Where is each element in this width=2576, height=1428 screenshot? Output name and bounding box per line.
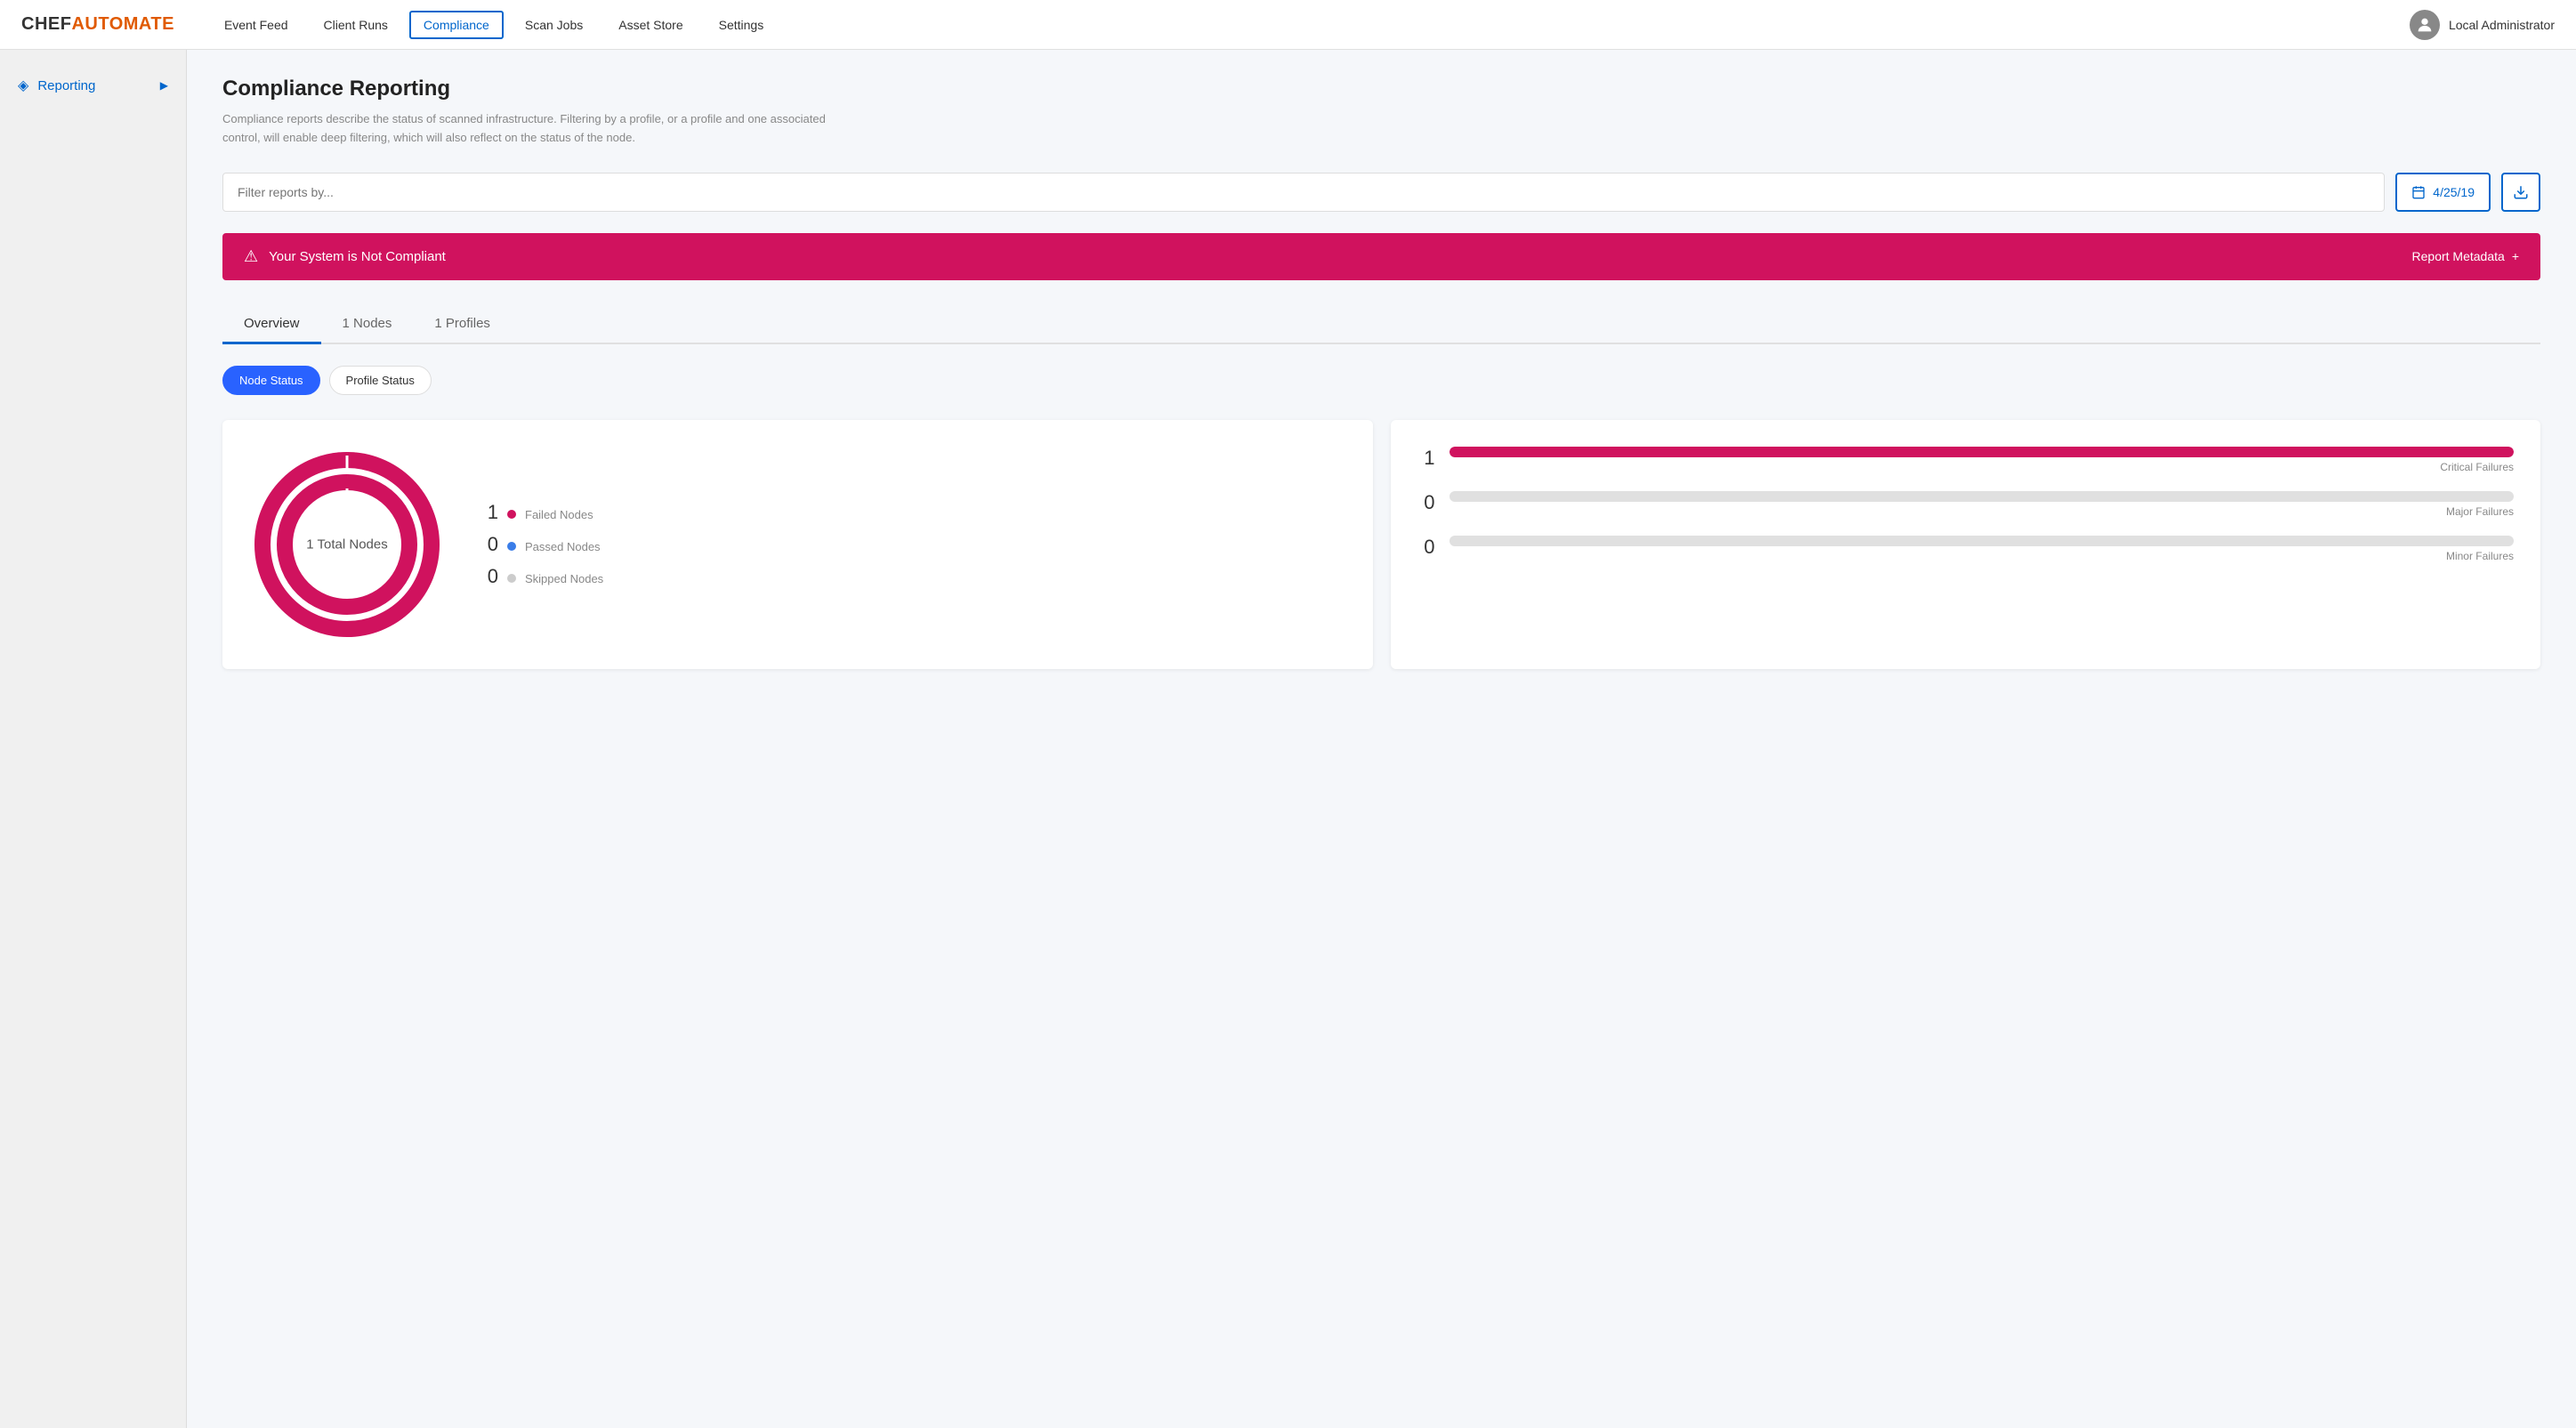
- bar-item-critical: 1 Critical Failures: [1417, 447, 2515, 473]
- tab-overview[interactable]: Overview: [222, 305, 321, 344]
- nav-settings[interactable]: Settings: [705, 11, 779, 39]
- minor-bar-right: Minor Failures: [1450, 536, 2515, 562]
- failed-label: Failed Nodes: [525, 508, 594, 521]
- donut-chart-card: 1 Total Nodes 1 Failed Nodes 0: [222, 420, 1373, 669]
- layout: ◈ Reporting ▶ Compliance Reporting Compl…: [0, 50, 2576, 1428]
- minor-count: 0: [1417, 537, 1435, 557]
- critical-count: 1: [1417, 448, 1435, 468]
- failed-dot: [507, 510, 516, 519]
- bar-chart-area: 1 Critical Failures 0: [1417, 447, 2515, 562]
- critical-bar-fill: [1450, 447, 2515, 457]
- sidebar-item-label: Reporting: [37, 78, 95, 93]
- failed-count: 1: [480, 503, 498, 522]
- nav-compliance[interactable]: Compliance: [409, 11, 504, 39]
- warning-icon: ⚠: [244, 247, 258, 266]
- banner-left: ⚠ Your System is Not Compliant: [244, 247, 446, 266]
- bar-chart-card: 1 Critical Failures 0: [1391, 420, 2541, 669]
- logo: CHEFAUTOMATE: [21, 14, 174, 35]
- chevron-right-icon: ▶: [160, 79, 168, 92]
- plus-icon: +: [2512, 249, 2519, 263]
- nav-links: Event Feed Client Runs Compliance Scan J…: [210, 11, 2410, 39]
- nav-client-runs[interactable]: Client Runs: [310, 11, 402, 39]
- sidebar: ◈ Reporting ▶: [0, 50, 187, 1428]
- nav-scan-jobs[interactable]: Scan Jobs: [511, 11, 597, 39]
- logo-chef: CHEF: [21, 14, 71, 35]
- reporting-icon: ◈: [18, 77, 28, 94]
- tabs: Overview 1 Nodes 1 Profiles: [222, 305, 2540, 344]
- nav-user: Local Administrator: [2410, 10, 2555, 40]
- date-label: 4/25/19: [2433, 185, 2475, 199]
- filter-bar: 4/25/19: [222, 173, 2540, 212]
- legend-item-failed: 1 Failed Nodes: [480, 503, 603, 522]
- skipped-label: Skipped Nodes: [525, 572, 603, 585]
- page-title: Compliance Reporting: [222, 77, 2540, 101]
- banner-text: Your System is Not Compliant: [269, 249, 446, 264]
- donut-center-label: 1 Total Nodes: [306, 537, 387, 552]
- avatar: [2410, 10, 2440, 40]
- sidebar-item-reporting[interactable]: ◈ Reporting ▶: [0, 64, 186, 107]
- report-metadata-button[interactable]: Report Metadata +: [2412, 249, 2519, 263]
- date-filter-button[interactable]: 4/25/19: [2395, 173, 2491, 212]
- donut-legend: 1 Failed Nodes 0 Passed Nodes: [480, 503, 603, 586]
- top-nav: CHEFAUTOMATE Event Feed Client Runs Comp…: [0, 0, 2576, 50]
- major-count: 0: [1417, 493, 1435, 512]
- compliance-banner: ⚠ Your System is Not Compliant Report Me…: [222, 233, 2540, 280]
- major-bar-right: Major Failures: [1450, 491, 2515, 518]
- nav-asset-store[interactable]: Asset Store: [604, 11, 697, 39]
- filter-input[interactable]: [222, 173, 2385, 212]
- minor-bar-track: [1450, 536, 2515, 546]
- skipped-count: 0: [480, 567, 498, 586]
- legend-item-skipped: 0 Skipped Nodes: [480, 567, 603, 586]
- passed-label: Passed Nodes: [525, 540, 601, 553]
- major-label: Major Failures: [2446, 505, 2514, 518]
- download-button[interactable]: [2501, 173, 2540, 212]
- passed-count: 0: [480, 535, 498, 554]
- bar-item-minor: 0 Minor Failures: [1417, 536, 2515, 562]
- node-status-button[interactable]: Node Status: [222, 366, 320, 395]
- tab-profiles[interactable]: 1 Profiles: [413, 305, 512, 344]
- critical-label: Critical Failures: [2440, 461, 2514, 473]
- user-name: Local Administrator: [2449, 18, 2555, 32]
- donut-container: 1 Total Nodes: [249, 447, 445, 642]
- bar-item-major: 0 Major Failures: [1417, 491, 2515, 518]
- status-toggle: Node Status Profile Status: [222, 366, 2540, 395]
- major-bar-track: [1450, 491, 2515, 502]
- charts-row: 1 Total Nodes 1 Failed Nodes 0: [222, 420, 2540, 669]
- passed-dot: [507, 542, 516, 551]
- report-metadata-label: Report Metadata: [2412, 249, 2505, 263]
- page-description: Compliance reports describe the status o…: [222, 110, 845, 148]
- logo-automate: AUTOMATE: [71, 14, 174, 35]
- donut-area: 1 Total Nodes 1 Failed Nodes 0: [249, 447, 1346, 642]
- main-content: Compliance Reporting Compliance reports …: [187, 50, 2576, 1428]
- legend-item-passed: 0 Passed Nodes: [480, 535, 603, 554]
- critical-bar-track: [1450, 447, 2515, 457]
- tab-nodes[interactable]: 1 Nodes: [321, 305, 414, 344]
- critical-bar-right: Critical Failures: [1450, 447, 2515, 473]
- profile-status-button[interactable]: Profile Status: [329, 366, 432, 395]
- skipped-dot: [507, 574, 516, 583]
- nav-event-feed[interactable]: Event Feed: [210, 11, 303, 39]
- minor-label: Minor Failures: [2446, 550, 2514, 562]
